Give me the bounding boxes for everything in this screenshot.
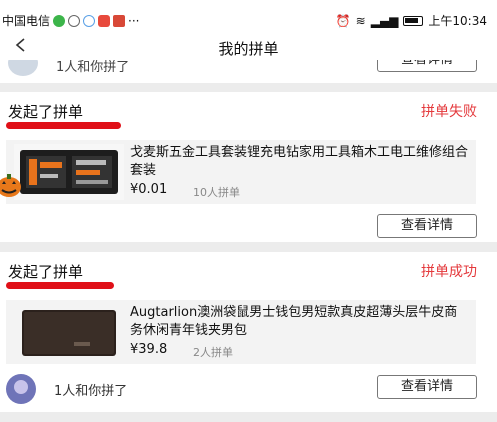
product-price: ¥39.8: [130, 342, 168, 357]
joined-text: 1人和你拼了: [54, 384, 128, 399]
order-title: 发起了拼单: [8, 263, 84, 281]
mail-icon: [98, 14, 111, 27]
product-row[interactable]: 戈麦斯五金工具套装锂充电钻家用工具箱木工电工维修组合套装 ¥0.01 10人拼单: [6, 140, 476, 204]
product-price: ¥0.01: [130, 182, 168, 197]
group-size: 10人拼单: [193, 186, 240, 199]
carrier-label: 中国电信: [2, 14, 51, 28]
order-card: 发起了拼单 拼单失败 戈麦斯五金工具套装锂充电钻家用工具箱木工电工维修组合套装 …: [0, 92, 497, 242]
back-arrow-icon[interactable]: [14, 38, 28, 52]
cloud-icon: [83, 14, 96, 27]
view-details-button[interactable]: 查看详情: [377, 214, 477, 238]
halloween-pumpkin-icon: [0, 174, 21, 197]
product-name: Augtarlion澳洲袋鼠男士钱包男短款真皮超薄头层牛皮商务休闲青年钱夹男包: [130, 305, 458, 338]
redaction-mark: [6, 282, 114, 289]
group-size: 2人拼单: [193, 346, 233, 359]
view-details-button[interactable]: 查看详情: [377, 60, 477, 72]
status-badge: 拼单失败: [421, 104, 477, 120]
page-title: 我的拼单: [218, 40, 279, 58]
joined-text: 1人和你拼了: [56, 60, 130, 75]
order-title: 发起了拼单: [8, 103, 84, 121]
wechat-icon: [53, 14, 66, 27]
wifi-icon: ≋: [355, 13, 366, 28]
nav-bar: 我的拼单: [0, 38, 497, 62]
app-icon: [68, 14, 81, 27]
product-row[interactable]: Augtarlion澳洲袋鼠男士钱包男短款真皮超薄头层牛皮商务休闲青年钱夹男包 …: [6, 300, 476, 364]
more-notifications: ···: [128, 13, 140, 28]
wallet-thumbnail: [14, 304, 124, 360]
toolkit-thumbnail: [14, 144, 124, 200]
notification-icon: [113, 14, 126, 27]
alarm-icon: ⏰: [335, 13, 351, 28]
clock: 上午10:34: [428, 14, 487, 28]
product-name: 戈麦斯五金工具套装锂充电钻家用工具箱木工电工维修组合套装: [130, 145, 469, 178]
avatar: [8, 60, 38, 76]
redaction-mark: [6, 122, 121, 129]
avatar: [6, 374, 36, 404]
order-card: 发起了拼单 拼单成功 Augtarlion澳洲袋鼠男士钱包男短款真皮超薄头层牛皮…: [0, 252, 497, 412]
battery-icon: [403, 15, 424, 26]
status-badge: 拼单成功: [421, 264, 477, 280]
status-bar: 中国电信 ··· ⏰ ≋ ▂▄▆ 上午10:34: [0, 0, 497, 38]
order-card-previous: 1人和你拼了 查看详情: [0, 60, 497, 83]
view-details-button[interactable]: 查看详情: [377, 375, 477, 399]
signal-icon: ▂▄▆: [370, 13, 399, 28]
